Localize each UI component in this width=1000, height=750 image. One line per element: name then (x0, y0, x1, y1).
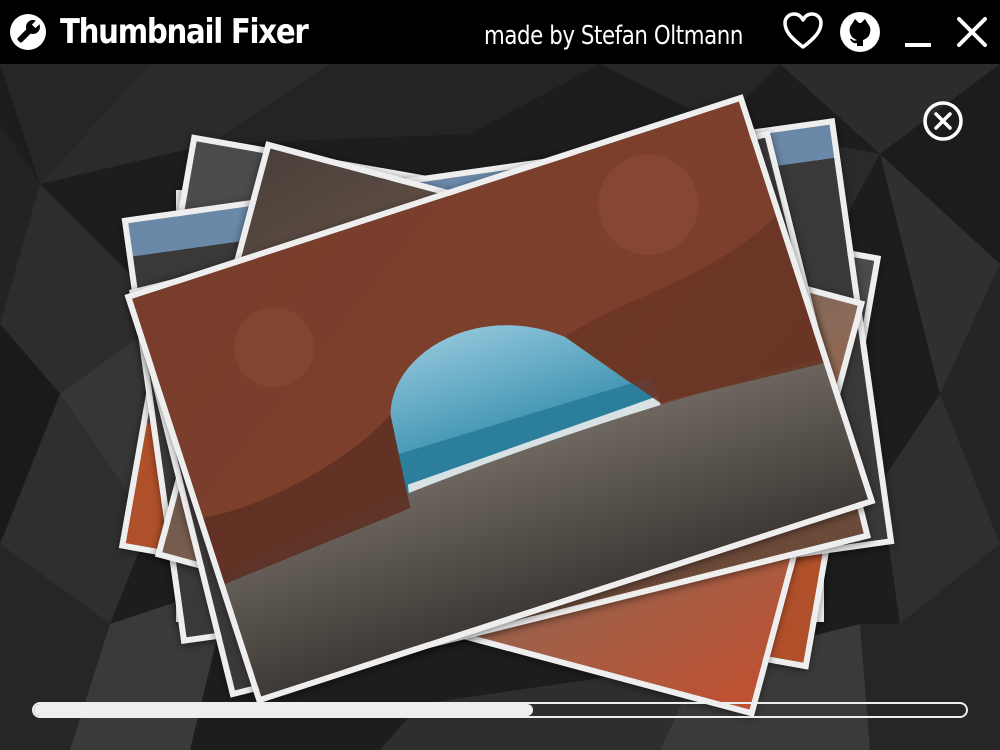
title-bar: Thumbnail Fixer made by Stefan Oltmann (0, 0, 1000, 64)
close-icon[interactable] (950, 10, 994, 54)
wrench-icon (8, 12, 48, 52)
credit-text: made by Stefan Oltmann (484, 21, 743, 51)
progress-bar (32, 702, 968, 718)
progress-fill (34, 704, 533, 716)
github-icon[interactable] (838, 10, 882, 54)
close-stack-button[interactable] (920, 98, 966, 144)
close-circle-icon (923, 101, 963, 141)
photo-canvas (0, 64, 1000, 750)
app-title: Thumbnail Fixer (60, 12, 309, 52)
heart-icon[interactable] (781, 10, 825, 54)
minimize-icon[interactable] (896, 10, 940, 54)
